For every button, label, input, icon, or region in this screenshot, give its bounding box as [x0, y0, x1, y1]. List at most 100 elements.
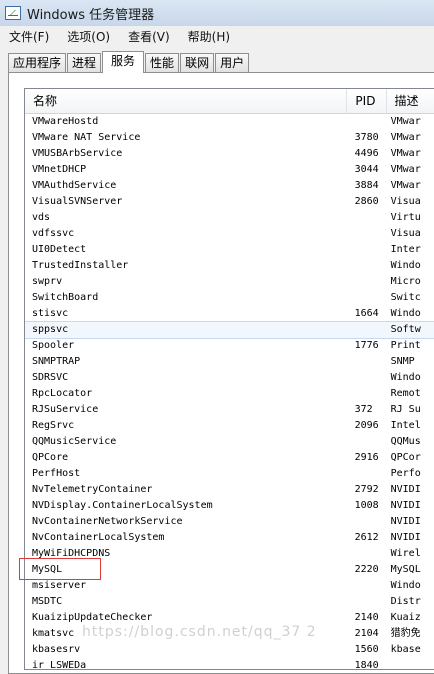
tab-applications[interactable]: 应用程序: [8, 53, 66, 72]
service-description-cell: Visua: [387, 226, 434, 242]
service-pid-cell: [348, 322, 387, 338]
service-description-cell: Intel: [387, 418, 434, 434]
table-row[interactable]: ir LSWEDa1840: [25, 658, 434, 670]
service-pid-cell: [348, 258, 387, 274]
service-name-cell: kmatsvc: [25, 626, 348, 642]
table-row[interactable]: VMware NAT Service3780VMwar: [25, 130, 434, 146]
table-row[interactable]: VMnetDHCP3044VMwar: [25, 162, 434, 178]
service-pid-cell: [348, 290, 387, 306]
service-pid-cell: [348, 114, 387, 130]
tab-networking[interactable]: 联网: [180, 53, 214, 72]
column-header-description[interactable]: 描述: [387, 89, 434, 113]
table-row[interactable]: QPCore2916QPCor: [25, 450, 434, 466]
service-pid-cell: 3044: [348, 162, 387, 178]
service-pid-cell: 3780: [348, 130, 387, 146]
service-name-cell: Spooler: [25, 338, 348, 354]
service-name-cell: RpcLocator: [25, 386, 348, 402]
service-pid-cell: [348, 514, 387, 530]
table-row[interactable]: Spooler1776Print: [25, 338, 434, 354]
service-description-cell: Windo: [387, 258, 434, 274]
service-name-cell: PerfHost: [25, 466, 348, 482]
table-row[interactable]: UI0Detect Inter: [25, 242, 434, 258]
table-row[interactable]: NVDisplay.ContainerLocalSystem1008NVIDI: [25, 498, 434, 514]
table-row[interactable]: RJSuService372RJ Su: [25, 402, 434, 418]
table-row[interactable]: QQMusicServiceQQMus: [25, 434, 434, 450]
service-description-cell: Visua: [387, 194, 434, 210]
service-description-cell: VMwar: [387, 162, 434, 178]
table-row[interactable]: SwitchBoardSwitc: [25, 290, 434, 306]
table-row[interactable]: VMAuthdService3884VMwar: [25, 178, 434, 194]
table-row[interactable]: MSDTCDistr: [25, 594, 434, 610]
service-pid-cell: 1840: [348, 658, 387, 670]
table-row[interactable]: SDRSVCWindo: [25, 370, 434, 386]
service-name-cell: VMnetDHCP: [25, 162, 348, 178]
tab-services[interactable]: 服务: [102, 51, 144, 73]
service-description-cell: NVIDI: [387, 530, 434, 546]
menu-options[interactable]: 选项(O): [58, 28, 119, 45]
service-pid-cell: 2612: [348, 530, 387, 546]
service-description-cell: Windo: [387, 370, 434, 386]
service-name-cell: NvContainerLocalSystem: [25, 530, 348, 546]
service-pid-cell: 2140: [348, 610, 387, 626]
table-row[interactable]: VMUSBArbService4496VMwar: [25, 146, 434, 162]
service-pid-cell: 2220: [348, 562, 387, 578]
table-row[interactable]: MyWiFiDHCPDNSWirel: [25, 546, 434, 562]
table-row[interactable]: SNMPTRAPSNMP: [25, 354, 434, 370]
service-name-cell: MSDTC: [25, 594, 348, 610]
service-pid-cell: [348, 578, 387, 594]
service-name-cell: NVDisplay.ContainerLocalSystem: [25, 498, 348, 514]
services-list[interactable]: 名称 PID 描述 VMwareHostdVMwarVMware NAT Ser…: [24, 88, 434, 670]
table-row[interactable]: kmatsvc2104猎豹免: [25, 626, 434, 642]
service-name-cell: MyWiFiDHCPDNS: [25, 546, 348, 562]
table-row[interactable]: swprvMicro: [25, 274, 434, 290]
service-description-cell: MySQL: [387, 562, 434, 578]
service-description-cell: Inter: [387, 242, 434, 258]
column-header-name[interactable]: 名称: [25, 89, 347, 113]
service-name-cell: msiserver: [25, 578, 348, 594]
tab-processes[interactable]: 进程: [67, 53, 101, 72]
table-row[interactable]: sppsvcSoftw: [25, 322, 434, 338]
service-name-cell: SwitchBoard: [25, 290, 348, 306]
table-row[interactable]: RegSrvc2096Intel: [25, 418, 434, 434]
service-name-cell: NvContainerNetworkService: [25, 514, 348, 530]
service-name-cell: ir LSWEDa: [25, 658, 348, 670]
table-row[interactable]: VMwareHostdVMwar: [25, 114, 434, 130]
table-row[interactable]: NvContainerLocalSystem2612NVIDI: [25, 530, 434, 546]
menu-file[interactable]: 文件(F): [0, 28, 58, 45]
service-pid-cell: 2792: [348, 482, 387, 498]
service-pid-cell: [348, 354, 387, 370]
service-name-cell: vdfssvc: [25, 226, 348, 242]
tab-users[interactable]: 用户: [215, 53, 249, 72]
service-pid-cell: 3884: [348, 178, 387, 194]
table-row[interactable]: MySQL2220MySQL: [25, 562, 434, 578]
service-description-cell: NVIDI: [387, 498, 434, 514]
table-row[interactable]: VisualSVNServer2860Visua: [25, 194, 434, 210]
table-row[interactable]: msiserverWindo: [25, 578, 434, 594]
table-row[interactable]: PerfHost Perfo: [25, 466, 434, 482]
service-description-cell: Perfo: [387, 466, 434, 482]
tab-performance[interactable]: 性能: [145, 53, 179, 72]
service-pid-cell: 1560: [348, 642, 387, 658]
column-header-pid[interactable]: PID: [347, 89, 386, 113]
service-name-cell: UI0Detect: [25, 242, 348, 258]
service-description-cell: VMwar: [387, 178, 434, 194]
table-row[interactable]: NvTelemetryContainer2792NVIDI: [25, 482, 434, 498]
menu-help[interactable]: 帮助(H): [179, 28, 239, 45]
service-description-cell: VMwar: [387, 130, 434, 146]
service-pid-cell: [348, 434, 387, 450]
table-row[interactable]: TrustedInstallerWindo: [25, 258, 434, 274]
table-row[interactable]: KuaizipUpdateChecker2140Kuaiz: [25, 610, 434, 626]
table-row[interactable]: stisvc1664Windo: [25, 306, 434, 322]
menu-view[interactable]: 查看(V): [119, 28, 179, 45]
table-row[interactable]: RpcLocatorRemot: [25, 386, 434, 402]
service-name-cell: QPCore: [25, 450, 348, 466]
table-row[interactable]: vdfssvc Visua: [25, 226, 434, 242]
table-row[interactable]: NvContainerNetworkServiceNVIDI: [25, 514, 434, 530]
service-pid-cell: 2860: [348, 194, 387, 210]
service-pid-cell: 4496: [348, 146, 387, 162]
service-description-cell: NVIDI: [387, 482, 434, 498]
table-row[interactable]: vdsVirtu: [25, 210, 434, 226]
service-description-cell: [387, 658, 434, 670]
service-pid-cell: 2096: [348, 418, 387, 434]
table-row[interactable]: kbasesrv1560kbase: [25, 642, 434, 658]
